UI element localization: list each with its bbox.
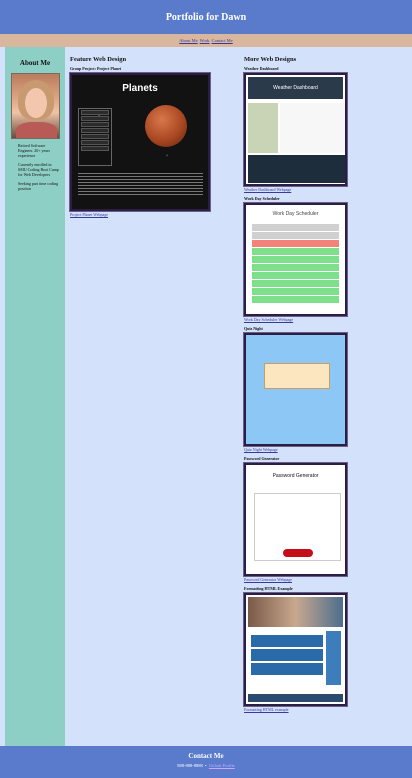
password-screenshot[interactable]: Password Generator xyxy=(243,462,348,577)
weather-link[interactable]: Weather Dashboard Webpage xyxy=(244,187,409,192)
design-title: Work Day Scheduler xyxy=(244,196,280,201)
planet-menu xyxy=(78,108,112,166)
password-link[interactable]: Password Generator Webpage xyxy=(244,577,409,582)
top-nav: About Me Work Contact Me xyxy=(0,34,412,47)
quiz-link[interactable]: Quiz Night Webpage xyxy=(244,447,409,452)
about-bullet: Retired Software Engineer. 20+ years exp… xyxy=(18,143,50,158)
more-heading: More Web Designs xyxy=(244,56,297,63)
design-title: Quiz Night xyxy=(244,326,263,331)
design-item: Formatting HTML Example Formatting HTML … xyxy=(243,586,409,712)
planet-text-block xyxy=(78,173,203,205)
nav-about-link[interactable]: About Me xyxy=(179,38,197,43)
contact-heading: Contact Me xyxy=(188,752,224,760)
planet-screenshot[interactable]: Planets xyxy=(69,72,211,212)
profile-photo xyxy=(10,73,60,139)
separator: • xyxy=(203,763,208,768)
nav-work-link[interactable]: Work xyxy=(200,38,210,43)
design-title: Formatting HTML Example xyxy=(244,586,293,591)
design-item: Quiz Night Quiz Night Webpage xyxy=(243,326,409,452)
quiz-card xyxy=(264,363,330,389)
project-planet-link[interactable]: Project Planet Webpage xyxy=(70,212,240,217)
about-sidebar: About Me Retired Software Engineer. 20+ … xyxy=(5,47,65,746)
generate-button-preview xyxy=(283,549,313,557)
design-title: Weather Dashboard xyxy=(244,66,279,71)
weather-screenshot[interactable]: Weather Dashboard xyxy=(243,72,348,187)
html-example-link[interactable]: Formatting HTML example xyxy=(244,707,409,712)
page-footer: Contact Me 888-888-8888 • Github Profile xyxy=(0,746,412,778)
planet-preview-title: Planets xyxy=(122,83,158,94)
page-title: Portfolio for Dawn xyxy=(165,11,247,23)
about-bullet: Seeking part time coding position xyxy=(18,181,59,191)
feature-section: Feature Web Design Group Project: Projec… xyxy=(69,56,240,217)
nav-contact-link[interactable]: Contact Me xyxy=(212,38,233,43)
about-bullet: Currently enrolled in SMU Coding Boot Ca… xyxy=(18,162,59,177)
scheduler-screenshot[interactable]: Work Day Scheduler xyxy=(243,202,348,317)
scheduler-link[interactable]: Work Day Scheduler Webpage xyxy=(244,317,409,322)
design-item: Work Day Scheduler Work Day Scheduler Wo… xyxy=(243,196,409,322)
feature-subtitle: Group Project: Project Planet xyxy=(70,66,122,71)
html-example-screenshot[interactable] xyxy=(243,592,348,707)
about-heading: About Me xyxy=(19,59,51,67)
feature-heading: Feature Web Design xyxy=(70,56,127,63)
page-header: Portfolio for Dawn xyxy=(0,0,412,34)
weather-preview-title: Weather Dashboard xyxy=(248,77,343,99)
quiz-screenshot[interactable] xyxy=(243,332,348,447)
mars-image xyxy=(145,105,187,147)
password-preview-title: Password Generator xyxy=(272,473,319,479)
design-title: Password Generator xyxy=(244,456,280,461)
contact-line: 888-888-8888 • Github Profile xyxy=(0,763,412,768)
github-link[interactable]: Github Profile xyxy=(209,763,235,768)
design-item: Weather Dashboard Weather Dashboard Weat… xyxy=(243,66,409,192)
more-designs-section: More Web Designs Weather Dashboard Weath… xyxy=(243,56,409,716)
phone-number: 888-888-8888 xyxy=(177,763,203,768)
design-item: Password Generator Password Generator Pa… xyxy=(243,456,409,582)
